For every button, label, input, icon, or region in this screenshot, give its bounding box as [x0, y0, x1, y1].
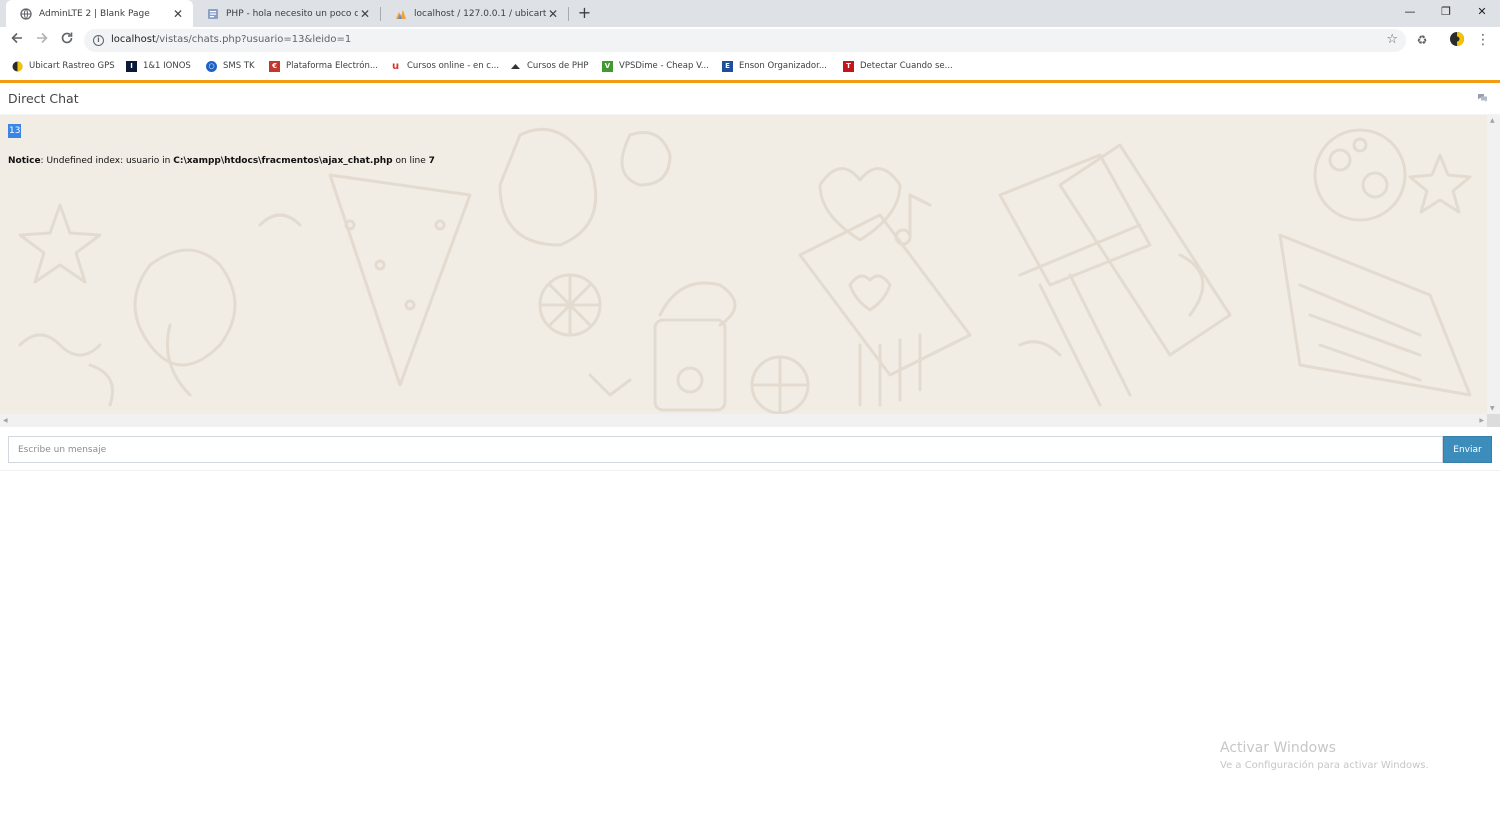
ubicart-icon — [12, 61, 23, 72]
activation-title: Activar Windows — [1220, 740, 1336, 756]
php-notice-message: Notice: Undefined index: usuario in C:\x… — [8, 156, 435, 166]
bookmark-cursos-php[interactable]: Cursos de PHP — [510, 59, 589, 73]
plataforma-icon: € — [269, 60, 280, 72]
browser-tab-phpmyadmin[interactable]: localhost / 127.0.0.1 / ubicart_ve ✕ — [381, 0, 568, 27]
bookmark-label: 1&1 IONOS — [143, 61, 191, 71]
forward-arrow-icon[interactable] — [33, 31, 51, 49]
bookmark-ionos[interactable]: I 1&1 IONOS — [126, 59, 191, 73]
bookmarks-bar: Ubicart Rastreo GPS I 1&1 IONOS ○ SMS TK… — [0, 54, 1500, 78]
scroll-right-arrow-icon[interactable]: ▶ — [1479, 417, 1484, 424]
address-bar[interactable]: i localhost/vistas/chats.php?usuario=13&… — [84, 29, 1406, 52]
close-tab-icon[interactable]: ✕ — [171, 7, 185, 21]
close-tab-icon[interactable]: ✕ — [546, 7, 560, 21]
windows-activation-watermark: Activar Windows Ve a Configuración para … — [1220, 740, 1429, 771]
bookmark-ubicart[interactable]: Ubicart Rastreo GPS — [12, 59, 115, 73]
notice-online-text: on line — [392, 156, 429, 166]
back-arrow-icon[interactable] — [8, 31, 26, 49]
enson-icon: E — [722, 60, 733, 72]
sms-icon: ○ — [206, 60, 217, 72]
ionos-icon: I — [126, 60, 137, 72]
tab-title: AdminLTE 2 | Blank Page — [39, 8, 150, 19]
tab-title: PHP - hola necesito un poco de a — [226, 8, 358, 19]
bookmark-sms-tk[interactable]: ○ SMS TK — [206, 59, 255, 73]
bookmark-label: Ubicart Rastreo GPS — [29, 61, 115, 71]
recycle-extension-icon[interactable]: ♻ — [1413, 31, 1431, 49]
bookmark-label: Detectar Cuando se... — [860, 61, 953, 71]
bookmark-label: Enson Organizador... — [739, 61, 827, 71]
screen: AdminLTE 2 | Blank Page ✕ PHP - hola nec… — [0, 0, 1500, 813]
notice-file-path: C:\xampp\htdocs\fracmentos\ajax_chat.php — [173, 156, 393, 166]
new-tab-button[interactable]: + — [576, 5, 593, 22]
close-tab-icon[interactable]: ✕ — [358, 7, 372, 21]
minimize-button[interactable]: — — [1393, 0, 1427, 24]
bookmark-plataforma[interactable]: € Plataforma Electrón... — [269, 59, 378, 73]
bookmark-cursos-online[interactable]: u Cursos online - en c... — [390, 59, 499, 73]
bookmark-label: Cursos online - en c... — [407, 61, 500, 71]
url-path: /vistas/chats.php?usuario=13&leido=1 — [155, 34, 352, 45]
scroll-down-arrow-icon[interactable]: ▼ — [1490, 405, 1495, 412]
scroll-left-arrow-icon[interactable]: ◀ — [3, 417, 8, 424]
comments-icon[interactable] — [1477, 93, 1488, 106]
horizontal-scrollbar[interactable]: ◀ ▶ — [0, 414, 1487, 427]
close-window-button[interactable]: ✕ — [1465, 0, 1499, 24]
browser-tab-adminlte[interactable]: AdminLTE 2 | Blank Page ✕ — [6, 0, 193, 27]
bookmark-label: Plataforma Electrón... — [286, 61, 378, 71]
phpmyadmin-icon — [395, 8, 407, 20]
url-host: localhost — [111, 34, 156, 45]
selected-message-id[interactable]: 13 — [8, 124, 22, 138]
box-title: Direct Chat — [8, 91, 79, 106]
chat-box-footer: Enviar — [0, 427, 1500, 471]
tab-separator — [568, 7, 569, 21]
send-button[interactable]: Enviar — [1443, 436, 1492, 463]
scrollbar-corner — [1487, 414, 1500, 427]
bookmark-label: VPSDime - Cheap V... — [619, 61, 709, 71]
info-icon[interactable]: i — [93, 35, 104, 46]
bookmark-detectar[interactable]: T Detectar Cuando se... — [843, 59, 953, 73]
document-icon — [207, 8, 219, 20]
cursos-php-icon — [510, 61, 521, 72]
tab-title: localhost / 127.0.0.1 / ubicart_ve — [414, 8, 546, 19]
notice-label: Notice — [8, 156, 41, 166]
detectar-icon: T — [843, 60, 854, 72]
scroll-up-arrow-icon[interactable]: ▲ — [1490, 117, 1495, 124]
profile-extension-icon[interactable] — [1448, 31, 1466, 49]
browser-tab-php[interactable]: PHP - hola necesito un poco de a ✕ — [193, 0, 380, 27]
browser-toolbar: i localhost/vistas/chats.php?usuario=13&… — [0, 27, 1500, 54]
chat-messages-area[interactable]: 13 Notice: Undefined index: usuario in C… — [0, 115, 1487, 414]
maximize-button[interactable]: ❐ — [1429, 0, 1463, 24]
browser-tab-strip: AdminLTE 2 | Blank Page ✕ PHP - hola nec… — [0, 0, 1500, 27]
vpsdime-icon: V — [602, 60, 613, 72]
url-text[interactable]: localhost/vistas/chats.php?usuario=13&le… — [111, 34, 351, 45]
cursos-online-icon: u — [391, 60, 400, 72]
message-input[interactable] — [8, 436, 1443, 463]
chat-box-header: Direct Chat — [0, 83, 1500, 115]
notice-line-number: 7 — [428, 156, 435, 166]
bookmark-enson[interactable]: E Enson Organizador... — [722, 59, 827, 73]
bookmark-label: Cursos de PHP — [527, 61, 589, 71]
bookmark-star-icon[interactable]: ☆ — [1386, 32, 1398, 47]
bookmark-label: SMS TK — [223, 61, 255, 71]
reload-icon[interactable] — [58, 31, 76, 49]
bookmark-vpsdime[interactable]: V VPSDime - Cheap V... — [602, 59, 709, 73]
menu-kebab-icon[interactable]: ⋮ — [1474, 31, 1492, 49]
activation-subtitle: Ve a Configuración para activar Windows. — [1220, 760, 1429, 771]
notice-text: : Undefined index: usuario in — [40, 156, 174, 166]
globe-icon — [20, 7, 32, 20]
vertical-scrollbar[interactable]: ▲ ▼ — [1487, 115, 1500, 414]
